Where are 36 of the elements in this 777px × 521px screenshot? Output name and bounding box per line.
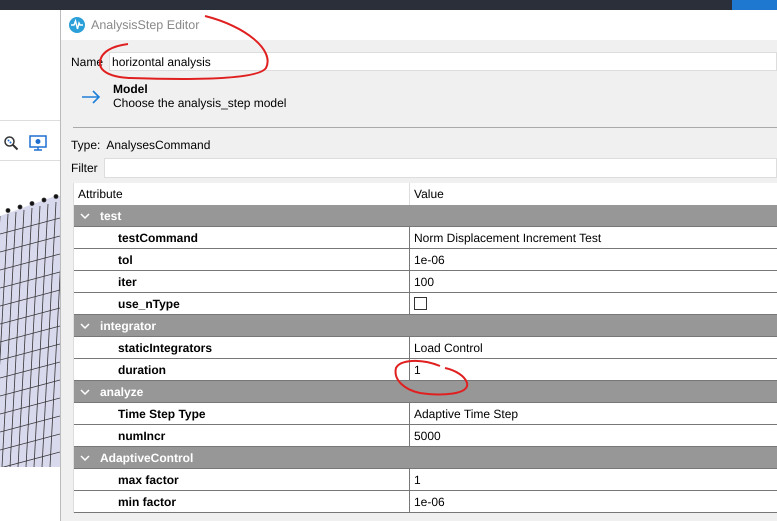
window-title: AnalysisStep Editor (91, 18, 200, 32)
zoom-icon[interactable] (3, 135, 19, 151)
value-cell[interactable]: 1 (414, 472, 421, 486)
value-cell[interactable]: Adaptive Time Step (414, 406, 518, 420)
model-description: Choose the analysis_step model (113, 96, 286, 110)
attribute-cell: numIncr (74, 425, 410, 446)
attribute-cell: iter (74, 271, 410, 292)
attribute-cell: duration (74, 359, 410, 380)
model-title: Model (113, 82, 149, 96)
attribute-cell: max factor (74, 469, 410, 490)
attribute-cell: use_nType (74, 293, 410, 314)
checkbox[interactable] (414, 297, 427, 310)
chevron-icon (80, 386, 90, 396)
value-cell[interactable]: Load Control (414, 340, 483, 354)
type-value: AnalysesCommand (106, 138, 210, 152)
attribute-cell: tol (74, 249, 410, 270)
value-cell[interactable]: 5000 (414, 428, 441, 442)
right-arrow-icon (81, 90, 101, 104)
type-label: Type: (71, 138, 100, 152)
chevron-icon (80, 210, 90, 220)
attribute-cell: Time Step Type (74, 403, 410, 424)
chevron-icon (80, 320, 90, 330)
name-field[interactable]: horizontal analysis (109, 52, 777, 71)
filter-field[interactable] (104, 158, 777, 178)
column-header[interactable]: Value (410, 187, 777, 201)
attribute-cell: staticIntegrators (74, 337, 410, 358)
value-cell[interactable]: 1e-06 (414, 252, 445, 266)
filter-label: Filter (71, 161, 98, 175)
attribute-cell: testCommand (74, 227, 410, 248)
waveform-logo-icon (69, 17, 85, 33)
attribute-cell: min factor (74, 491, 410, 512)
value-cell[interactable]: 1e-06 (414, 494, 445, 508)
value-cell[interactable]: 1 (414, 362, 421, 376)
value-cell[interactable]: 100 (414, 274, 434, 288)
value-cell[interactable]: Norm Displacement Increment Test (414, 230, 602, 244)
chevron-icon (80, 452, 90, 462)
